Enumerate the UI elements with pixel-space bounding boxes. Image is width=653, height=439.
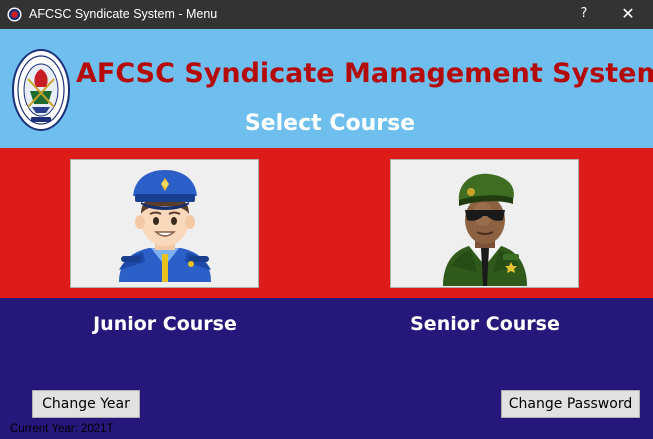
help-button[interactable]: ? xyxy=(570,4,598,26)
header-band: AFCSC Syndicate Management System Select… xyxy=(0,29,653,148)
window-titlebar: AFCSC Syndicate System - Menu ? ✕ xyxy=(0,0,653,29)
police-officer-icon xyxy=(118,169,211,282)
change-password-button[interactable]: Change Password xyxy=(501,390,640,418)
afcsc-crest-icon xyxy=(7,7,22,22)
senior-course-button[interactable] xyxy=(390,159,579,288)
current-year-text: Current Year: 2021T xyxy=(10,423,114,435)
junior-course-button[interactable] xyxy=(70,159,259,288)
senior-course-label: Senior Course xyxy=(410,313,560,335)
window-title: AFCSC Syndicate System - Menu xyxy=(29,7,218,21)
select-course-heading: Select Course xyxy=(244,111,416,136)
army-officer-icon xyxy=(442,173,527,286)
app-title: AFCSC Syndicate Management System xyxy=(76,58,653,89)
junior-course-label: Junior Course xyxy=(93,313,237,335)
change-year-button[interactable]: Change Year xyxy=(32,390,140,418)
close-button[interactable]: ✕ xyxy=(612,3,644,25)
